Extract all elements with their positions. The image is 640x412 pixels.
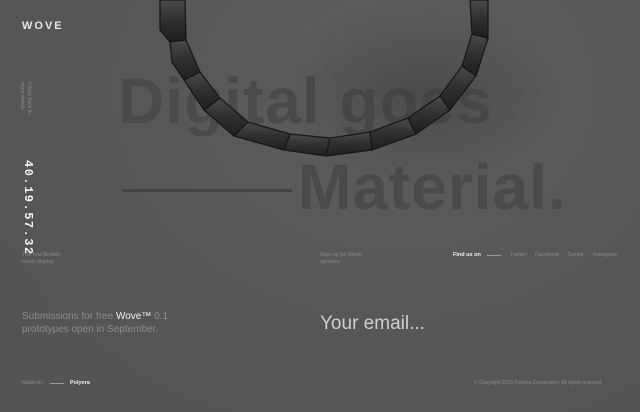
footer-divider <box>50 383 64 384</box>
countdown: 40.19.57.32 <box>21 160 42 256</box>
social-link-facebook[interactable]: Facebook <box>535 252 559 258</box>
social-divider <box>487 255 501 256</box>
countdown-value: 40.19.57.32 <box>21 160 35 256</box>
submission-prefix: Submissions for free <box>22 311 114 322</box>
submission-text: Submissions for free Wove™ 0.1 prototype… <box>22 310 182 336</box>
social-link-instagram[interactable]: Instagram <box>593 252 617 258</box>
submission-product: Wove™ <box>115 311 152 322</box>
wove-logo[interactable]: WOVE <box>22 20 64 32</box>
email-input[interactable] <box>320 313 520 335</box>
social-link-tumblr[interactable]: Tumblr <box>567 252 584 258</box>
submission-version: 0.1 <box>154 311 169 322</box>
maker-link[interactable]: Polyera <box>70 380 90 386</box>
made-by-label: Made by <box>22 380 44 386</box>
wove-band-image <box>159 0 570 190</box>
copyright: © Copyright 2015 Polyera Corporation. Al… <box>474 380 603 386</box>
side-note: Check back for more details. <box>19 82 32 116</box>
submission-suffix: prototypes open in September. <box>22 324 159 335</box>
social-heading: Find us on <box>453 252 481 258</box>
signup-note: Sign up for Wove updates <box>320 252 363 265</box>
social-link-twitter[interactable]: Twitter <box>510 252 526 258</box>
tagline: The first flexible touch display <box>22 252 61 265</box>
